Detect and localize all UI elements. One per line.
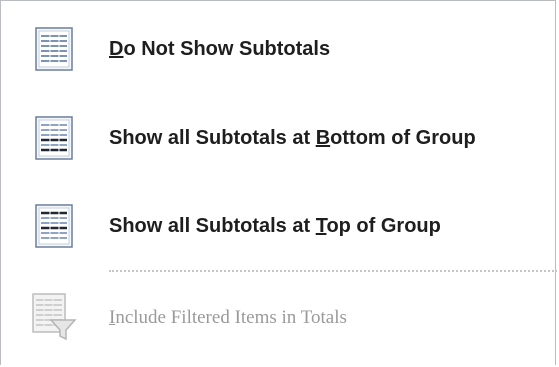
- filtered-totals-icon: [31, 292, 77, 341]
- menu-separator: [109, 270, 557, 272]
- include-filtered-items-item[interactable]: Include Filtered Items in Totals: [1, 282, 557, 352]
- show-subtotals-bottom-item[interactable]: Show all Subtotals at Bottom of Group: [1, 104, 557, 174]
- do-not-show-subtotals-label: Do Not Show Subtotals: [109, 38, 331, 60]
- subtotals-bottom-icon: [31, 115, 77, 161]
- subtotals-top-icon: [31, 203, 77, 249]
- show-subtotals-top-item[interactable]: Show all Subtotals at Top of Group: [1, 192, 557, 262]
- subtotals-dropdown-menu: Do Not Show Subtotals Show all Subtotals…: [0, 0, 557, 365]
- no-subtotals-icon: [31, 26, 77, 72]
- show-subtotals-top-label: Show all Subtotals at Top of Group: [109, 215, 441, 237]
- include-filtered-items-label: Include Filtered Items in Totals: [109, 307, 347, 328]
- show-subtotals-bottom-label: Show all Subtotals at Bottom of Group: [109, 127, 476, 149]
- do-not-show-subtotals-item[interactable]: Do Not Show Subtotals: [1, 15, 557, 85]
